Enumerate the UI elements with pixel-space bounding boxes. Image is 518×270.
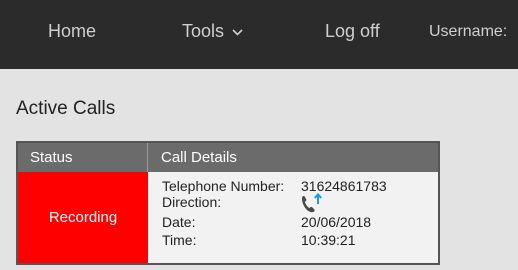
date-value: 20/06/2018 — [301, 214, 372, 230]
status-text: Recording — [48, 209, 118, 226]
nav-logoff-link[interactable]: Log off — [325, 20, 380, 42]
nav-tools-label: Tools — [182, 21, 225, 41]
column-header-status: Status — [18, 143, 148, 172]
chevron-down-icon — [232, 19, 243, 41]
nav-tools-menu[interactable]: Tools — [182, 20, 243, 43]
table-header-row: Status Call Details — [18, 143, 438, 172]
time-value: 10:39:21 — [301, 232, 356, 248]
active-calls-table: Status Call Details Recording Telephone … — [16, 141, 440, 265]
top-navbar: Home Tools Log off Username: — [0, 0, 518, 69]
nav-home-link[interactable]: Home — [48, 20, 96, 42]
time-label: Time: — [162, 232, 197, 248]
telephone-number-label: Telephone Number: — [162, 178, 285, 194]
nav-username-label: Username: — [429, 23, 508, 40]
status-cell-recording[interactable]: Recording — [18, 172, 148, 263]
direction-label: Direction: — [162, 194, 222, 210]
date-label: Date: — [162, 214, 196, 230]
outgoing-call-icon — [299, 192, 325, 216]
page-title: Active Calls — [16, 98, 116, 119]
column-header-call-details: Call Details — [161, 149, 237, 166]
call-details-cell: Telephone Number: 31624861783 Direction:… — [149, 172, 438, 263]
